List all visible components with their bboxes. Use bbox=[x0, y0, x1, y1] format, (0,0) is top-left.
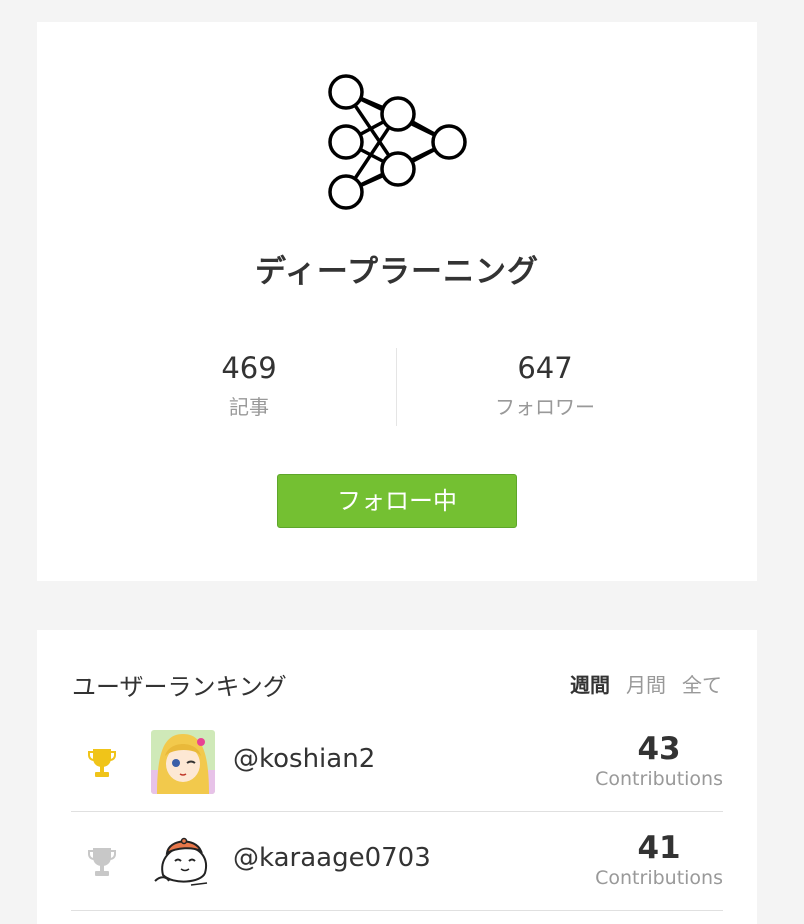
followers-label: フォロワー bbox=[495, 395, 595, 419]
ranking-username[interactable]: @koshian2 bbox=[233, 744, 375, 774]
articles-count: 469 bbox=[221, 351, 277, 385]
gold-trophy-icon bbox=[88, 749, 116, 777]
followers-stat[interactable]: 647 フォロワー bbox=[425, 349, 665, 420]
ranking-row: @karaage0703 41 Contributions bbox=[71, 812, 723, 911]
avatar[interactable] bbox=[151, 829, 215, 893]
follow-button[interactable]: フォロー中 bbox=[277, 474, 517, 528]
contributions: 43 Contributions bbox=[595, 731, 723, 791]
contributions-count: 41 bbox=[637, 830, 681, 866]
ranking-username[interactable]: @karaage0703 bbox=[233, 843, 431, 873]
articles-stat[interactable]: 469 記事 bbox=[129, 349, 369, 420]
ranking-title: ユーザーランキング bbox=[72, 673, 287, 701]
ranking-row: @koshian2 43 Contributions bbox=[71, 713, 723, 812]
tag-title: ディープラーニング bbox=[255, 254, 539, 290]
contributions: 41 Contributions bbox=[595, 830, 723, 890]
avatar[interactable] bbox=[151, 730, 215, 794]
contributions-count: 43 bbox=[637, 731, 681, 767]
stat-divider bbox=[396, 348, 397, 426]
tab-all-time[interactable]: 全て bbox=[682, 669, 722, 698]
followers-count: 647 bbox=[517, 351, 573, 385]
contributions-label: Contributions bbox=[595, 768, 723, 790]
ranking-period-tabs: 週間 月間 全て bbox=[570, 669, 722, 698]
tab-weekly[interactable]: 週間 bbox=[570, 669, 610, 698]
silver-trophy-icon bbox=[88, 848, 116, 876]
neural-network-icon bbox=[328, 74, 467, 210]
tab-monthly[interactable]: 月間 bbox=[626, 669, 666, 698]
contributions-label: Contributions bbox=[595, 867, 723, 889]
user-ranking-card: ユーザーランキング 週間 月間 全て @koshian2 43 Contribu… bbox=[37, 630, 757, 924]
tag-card: ディープラーニング 469 記事 647 フォロワー フォロー中 bbox=[37, 22, 757, 581]
articles-label: 記事 bbox=[229, 395, 269, 419]
